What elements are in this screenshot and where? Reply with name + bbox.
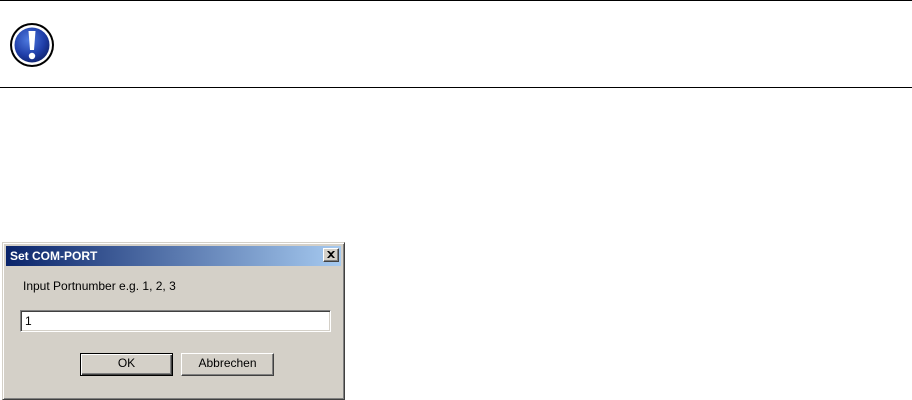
ok-button[interactable]: OK — [80, 353, 173, 376]
notice-box — [0, 0, 912, 88]
port-prompt-label: Input Portnumber e.g. 1, 2, 3 — [23, 279, 176, 293]
exclamation-icon — [8, 21, 56, 69]
cancel-button[interactable]: Abbrechen — [181, 353, 274, 376]
close-icon — [327, 251, 335, 258]
close-button[interactable] — [323, 248, 339, 262]
dialog-title: Set COM-PORT — [10, 249, 98, 263]
set-com-port-dialog: Set COM-PORT Input Portnumber e.g. 1, 2,… — [2, 242, 345, 400]
port-number-input[interactable] — [20, 310, 331, 332]
dialog-titlebar[interactable]: Set COM-PORT — [6, 246, 341, 266]
